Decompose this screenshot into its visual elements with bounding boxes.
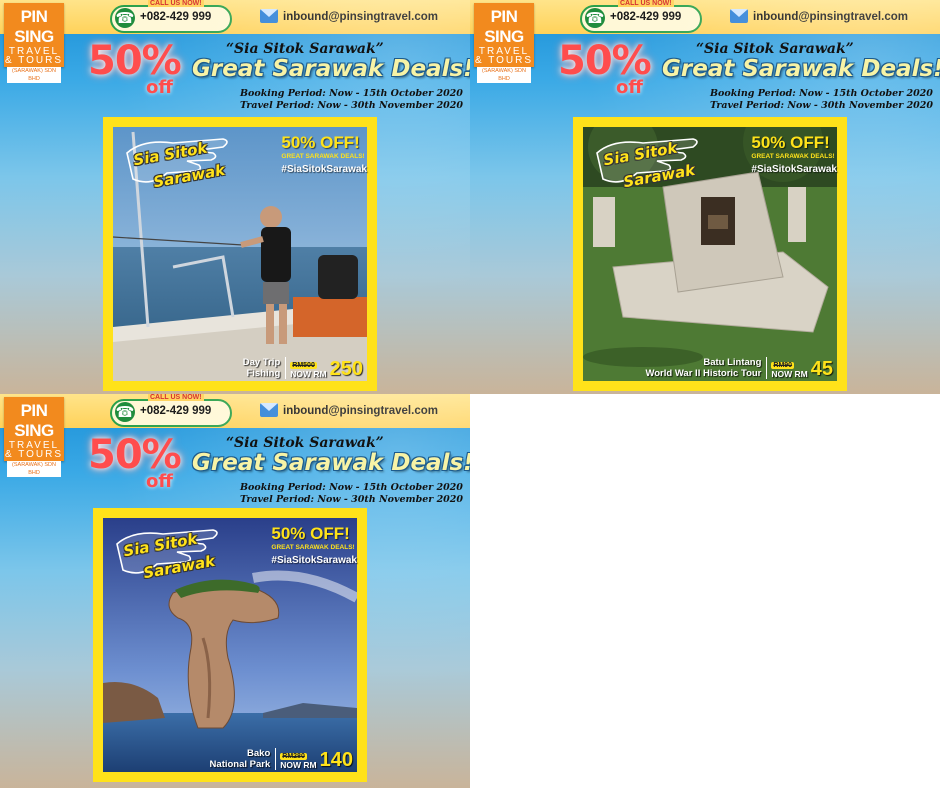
campaign-quote: “Sia Sitok Sarawak” (226, 41, 384, 57)
mail-icon (260, 9, 278, 23)
mail-icon (730, 9, 748, 23)
phone-number[interactable]: +082-429 999 (140, 11, 211, 23)
brand-name: PIN SING (14, 7, 54, 46)
campaign-tagline: Sia Sitok Sarawak (123, 133, 233, 193)
phone-icon: ☎ (115, 402, 135, 422)
campaign-tagline: Sia Sitok Sarawak (593, 133, 703, 193)
price-block: Day Trip Fishing RM500 NOW RM 250 (243, 357, 363, 379)
offer-badge: 50% OFF! GREAT SARAWAK DEALS! #SiaSitokS… (751, 133, 837, 175)
now-rm-label: NOW RM (771, 369, 808, 379)
now-rm-label: NOW RM (290, 369, 327, 379)
price-block: Batu Lintang World War II Historic Tour … (645, 357, 833, 379)
offer-badge-sub: GREAT SARAWAK DEALS! (271, 544, 355, 551)
place-line2: National Park (209, 759, 271, 770)
campaign-headline: Great Sarawak Deals! (192, 56, 470, 82)
old-price: RM280 (280, 753, 307, 760)
booking-period: Booking Period: Now - 15th October 2020 (240, 482, 463, 493)
hashtag: #SiaSitokSarawak (751, 164, 837, 175)
phone-number[interactable]: +082-429 999 (140, 405, 211, 417)
brand-logo: PIN SING TRAVEL & TOURS (SARAWAK) SDN BH… (4, 3, 64, 83)
price-divider (275, 748, 277, 770)
now-rm-label: NOW RM (280, 760, 317, 770)
brand-logo: PIN SING TRAVEL & TOURS (SARAWAK) SDN BH… (474, 3, 534, 83)
brand-name: PIN SING (14, 401, 54, 440)
offer-badge-title: 50% OFF! (281, 133, 360, 152)
campaign-quote: “Sia Sitok Sarawak” (696, 41, 854, 57)
place-line1: Batu Lintang (703, 357, 762, 368)
discount-off-label: off (616, 77, 643, 98)
offer-badge-sub: GREAT SARAWAK DEALS! (751, 153, 835, 160)
booking-period: Booking Period: Now - 15th October 2020 (710, 88, 933, 99)
price-divider (285, 357, 287, 379)
deal-frame: Sia Sitok Sarawak 50% OFF! GREAT SARAWAK… (103, 117, 377, 391)
booking-period: Booking Period: Now - 15th October 2020 (240, 88, 463, 99)
discount-off-label: off (146, 471, 173, 492)
call-now-label: CALL US NOW! (618, 0, 674, 7)
new-price: 45 (810, 358, 833, 380)
place-line2: World War II Historic Tour (645, 368, 762, 379)
email-address[interactable]: inbound@pinsingtravel.com (283, 405, 438, 417)
brand-company: (SARAWAK) SDN BHD (7, 67, 61, 83)
phone-contact[interactable]: CALL US NOW! ☎ +082-429 999 (580, 0, 702, 33)
brand-subname: TRAVEL & TOURS (474, 46, 534, 66)
call-now-label: CALL US NOW! (148, 0, 204, 7)
new-price: 250 (329, 358, 363, 380)
price-labels: RM280 NOW RM (280, 753, 317, 770)
deal-frame: Sia Sitok Sarawak 50% OFF! GREAT SARAWAK… (93, 508, 367, 782)
offer-badge-title: 50% OFF! (271, 524, 350, 543)
brand-subname: TRAVEL & TOURS (4, 46, 64, 66)
brand-logo: PIN SING TRAVEL & TOURS (SARAWAK) SDN BH… (4, 397, 64, 477)
place-name: Bako National Park (210, 748, 271, 770)
hashtag: #SiaSitokSarawak (271, 555, 357, 566)
price-labels: RM500 NOW RM (290, 362, 327, 379)
phone-contact[interactable]: CALL US NOW! ☎ +082-429 999 (110, 0, 232, 33)
old-price: RM500 (290, 362, 317, 369)
phone-icon: ☎ (115, 8, 135, 28)
offer-badge: 50% OFF! GREAT SARAWAK DEALS! #SiaSitokS… (281, 133, 367, 175)
price-labels: RM90 NOW RM (771, 362, 808, 379)
place-line2: Fishing (246, 368, 281, 379)
brand-subname: TRAVEL & TOURS (4, 440, 64, 460)
promo-card-bako: PIN SING TRAVEL & TOURS (SARAWAK) SDN BH… (0, 394, 470, 788)
brand-name: PIN SING (484, 7, 524, 46)
brand-company: (SARAWAK) SDN BHD (7, 461, 61, 477)
promo-card-fishing: PIN SING TRAVEL & TOURS (SARAWAK) SDN BH… (0, 0, 470, 394)
promo-card-batu-lintang: PIN SING TRAVEL & TOURS (SARAWAK) SDN BH… (470, 0, 940, 394)
place-line1: Bako (247, 748, 271, 759)
place-name: Batu Lintang World War II Historic Tour (645, 357, 761, 379)
brand-company: (SARAWAK) SDN BHD (477, 67, 531, 83)
mail-icon (260, 403, 278, 417)
travel-period: Travel Period: Now - 30th November 2020 (710, 100, 934, 111)
campaign-headline: Great Sarawak Deals! (192, 450, 470, 476)
phone-icon: ☎ (585, 8, 605, 28)
offer-badge: 50% OFF! GREAT SARAWAK DEALS! #SiaSitokS… (271, 524, 357, 566)
discount-off-label: off (146, 77, 173, 98)
new-price: 140 (319, 749, 353, 771)
email-address[interactable]: inbound@pinsingtravel.com (283, 11, 438, 23)
hashtag: #SiaSitokSarawak (281, 164, 367, 175)
deal-frame: Sia Sitok Sarawak 50% OFF! GREAT SARAWAK… (573, 117, 847, 391)
campaign-headline: Great Sarawak Deals! (662, 56, 940, 82)
phone-number[interactable]: +082-429 999 (610, 11, 681, 23)
call-now-label: CALL US NOW! (148, 394, 204, 401)
travel-period: Travel Period: Now - 30th November 2020 (240, 494, 464, 505)
place-name: Day Trip Fishing (243, 357, 281, 379)
email-address[interactable]: inbound@pinsingtravel.com (753, 11, 908, 23)
old-price: RM90 (771, 362, 795, 369)
price-divider (766, 357, 768, 379)
campaign-tagline: Sia Sitok Sarawak (113, 524, 223, 584)
offer-badge-sub: GREAT SARAWAK DEALS! (281, 153, 365, 160)
phone-contact[interactable]: CALL US NOW! ☎ +082-429 999 (110, 394, 232, 427)
offer-badge-title: 50% OFF! (751, 133, 830, 152)
price-block: Bako National Park RM280 NOW RM 140 (210, 748, 353, 770)
place-line1: Day Trip (242, 357, 281, 368)
travel-period: Travel Period: Now - 30th November 2020 (240, 100, 464, 111)
campaign-quote: “Sia Sitok Sarawak” (226, 435, 384, 451)
